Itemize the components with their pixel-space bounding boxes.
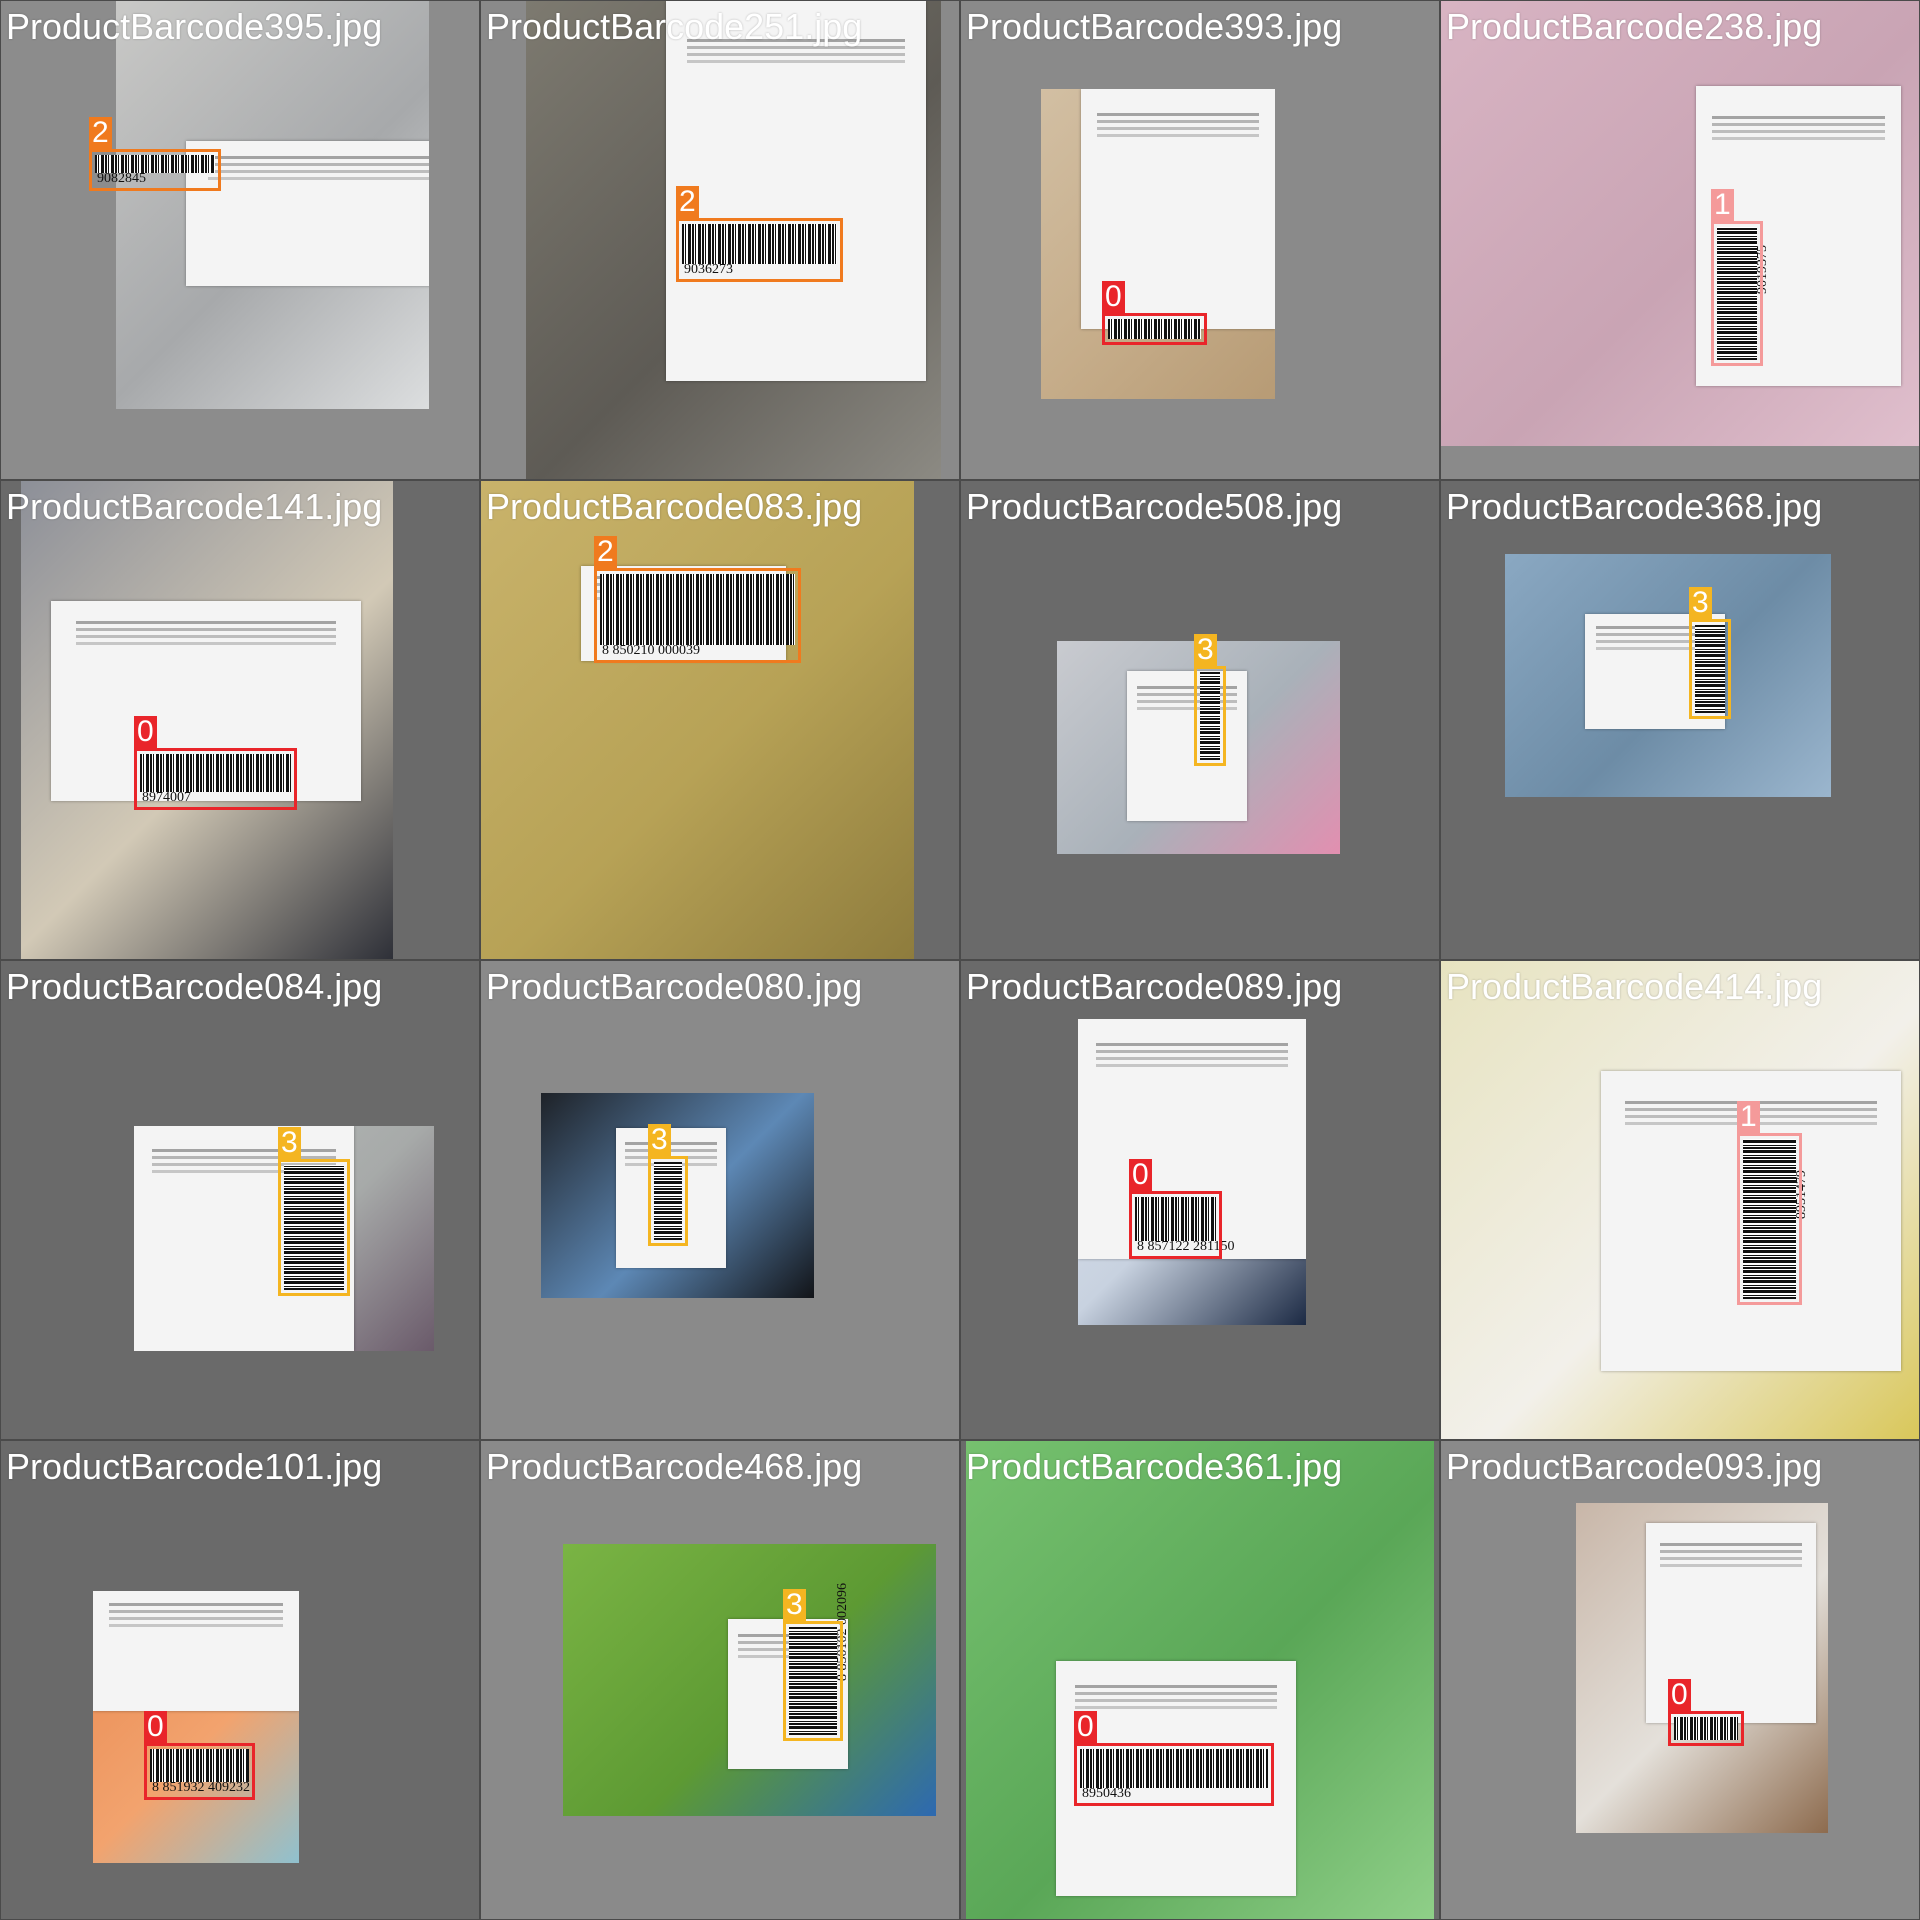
product-photo (1576, 1503, 1828, 1833)
file-name: ProductBarcode361.jpg (966, 1446, 1343, 1487)
detection-box (89, 149, 221, 191)
class-label: 3 (1689, 587, 1712, 619)
file-name: ProductBarcode141.jpg (6, 486, 383, 527)
class-label: 0 (1129, 1159, 1152, 1191)
class-label: 2 (594, 536, 617, 568)
product-label (186, 141, 429, 286)
file-name: ProductBarcode101.jpg (6, 1446, 383, 1487)
product-photo (1505, 554, 1831, 797)
class-label: 1 (1711, 189, 1734, 221)
image-tile[interactable]: 3 ProductBarcode508.jpg (960, 480, 1440, 960)
product-photo (1078, 1019, 1306, 1325)
detection-box (1689, 619, 1731, 719)
image-tile[interactable]: 8 857122 281150 0 ProductBarcode089.jpg (960, 960, 1440, 1440)
product-photo (1441, 1, 1919, 446)
detection-box (1129, 1191, 1222, 1259)
class-label: 0 (134, 716, 157, 748)
detection-box (648, 1156, 688, 1246)
product-photo (481, 481, 914, 959)
detection-box (1074, 1743, 1274, 1806)
image-tile[interactable]: 3 ProductBarcode080.jpg (480, 960, 960, 1440)
product-photo (1041, 89, 1275, 399)
detection-box (1668, 1711, 1744, 1746)
detection-box (1194, 666, 1226, 766)
file-name: ProductBarcode084.jpg (6, 966, 383, 1007)
image-tile[interactable]: 0 ProductBarcode393.jpg (960, 0, 1440, 480)
file-name: ProductBarcode368.jpg (1446, 486, 1823, 527)
file-name: ProductBarcode395.jpg (6, 6, 383, 47)
detection-box (783, 1621, 843, 1741)
file-name: ProductBarcode083.jpg (486, 486, 863, 527)
detection-box (134, 748, 297, 810)
class-label: 2 (676, 186, 699, 218)
detection-box (1102, 313, 1207, 345)
image-tile[interactable]: 8 850102 002096 3 ProductBarcode468.jpg (480, 1440, 960, 1920)
detection-box (1737, 1133, 1802, 1305)
class-label: 3 (1194, 634, 1217, 666)
detection-box (278, 1159, 350, 1296)
image-tile[interactable]: 8 851932 409232 0 ProductBarcode101.jpg (0, 1440, 480, 1920)
image-tile[interactable]: 8 850210 000039 2 ProductBarcode083.jpg (480, 480, 960, 960)
file-name: ProductBarcode251.jpg (486, 6, 863, 47)
class-label: 3 (278, 1127, 301, 1159)
image-tile[interactable]: 3 ProductBarcode084.jpg (0, 960, 480, 1440)
image-tile[interactable]: 0 ProductBarcode093.jpg (1440, 1440, 1920, 1920)
product-photo (1441, 961, 1919, 1439)
image-tile[interactable]: 8950436 0 ProductBarcode361.jpg (960, 1440, 1440, 1920)
class-label: 1 (1737, 1101, 1760, 1133)
class-label: 0 (1074, 1711, 1097, 1743)
product-photo (21, 481, 393, 959)
file-name: ProductBarcode080.jpg (486, 966, 863, 1007)
image-tile[interactable]: 8951479 1 ProductBarcode414.jpg (1440, 960, 1920, 1440)
file-name: ProductBarcode508.jpg (966, 486, 1343, 527)
product-photo (563, 1544, 936, 1816)
class-label: 0 (1102, 281, 1125, 313)
file-name: ProductBarcode393.jpg (966, 6, 1343, 47)
image-tile[interactable]: 8974007 0 ProductBarcode141.jpg (0, 480, 480, 960)
product-label (666, 1, 926, 381)
detection-box (144, 1743, 255, 1800)
file-name: ProductBarcode089.jpg (966, 966, 1343, 1007)
class-label: 2 (89, 117, 112, 149)
product-photo (116, 1, 429, 409)
product-label (1127, 671, 1247, 821)
detection-box (594, 568, 801, 663)
class-label: 3 (648, 1124, 671, 1156)
detection-box (676, 218, 843, 282)
image-tile[interactable]: 9019375 1 ProductBarcode238.jpg (1440, 0, 1920, 480)
image-tile[interactable]: 3 ProductBarcode368.jpg (1440, 480, 1920, 960)
image-tile[interactable]: 9082845 2 ProductBarcode395.jpg (0, 0, 480, 480)
detection-box (1711, 221, 1763, 366)
class-label: 3 (783, 1589, 806, 1621)
image-tile[interactable]: 9036273 2 ProductBarcode251.jpg (480, 0, 960, 480)
class-label: 0 (1668, 1679, 1691, 1711)
product-photo (966, 1441, 1434, 1919)
file-name: ProductBarcode093.jpg (1446, 1446, 1823, 1487)
file-name: ProductBarcode238.jpg (1446, 6, 1823, 47)
class-label: 0 (144, 1711, 167, 1743)
product-label (93, 1591, 299, 1711)
file-name: ProductBarcode468.jpg (486, 1446, 863, 1487)
mosaic-grid: 9082845 2 ProductBarcode395.jpg 9036273 2 Pro… (0, 0, 1920, 1920)
product-photo (93, 1591, 299, 1863)
file-name: ProductBarcode414.jpg (1446, 966, 1823, 1007)
